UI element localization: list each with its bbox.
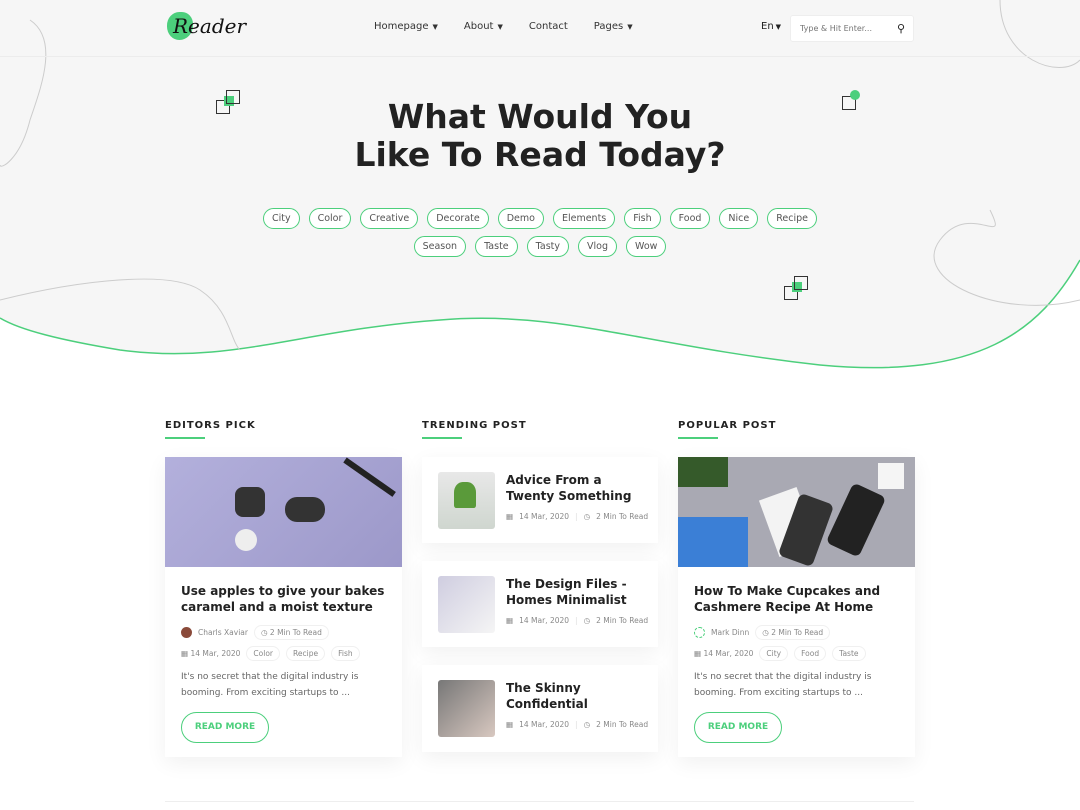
post-title[interactable]: The Design Files - Homes Minimalist bbox=[506, 576, 646, 608]
post-tag[interactable]: Recipe bbox=[286, 646, 326, 661]
tag-pill[interactable]: Fish bbox=[624, 208, 661, 229]
post-tag[interactable]: Fish bbox=[331, 646, 360, 661]
post-title[interactable]: How To Make Cupcakes and Cashmere Recipe… bbox=[694, 583, 899, 615]
post-thumbnail[interactable] bbox=[438, 472, 495, 529]
author-avatar bbox=[694, 627, 705, 638]
tag-cloud-row-2: Season Taste Tasty Vlog Wow bbox=[0, 236, 1080, 257]
chevron-down-icon: ▼ bbox=[627, 23, 633, 31]
chevron-down-icon: ▼ bbox=[497, 23, 503, 31]
main-nav: Homepage ▼ About ▼ Contact Pages ▼ bbox=[374, 21, 633, 32]
post-title[interactable]: Use apples to give your bakes caramel an… bbox=[181, 583, 386, 615]
calendar-icon: ▦ bbox=[506, 616, 514, 625]
author-avatar bbox=[181, 627, 192, 638]
trending-post-card: The Skinny Confidential ▦ 14 Mar, 2020 | ◷ 2… bbox=[422, 665, 658, 752]
post-date: 14 Mar, 2020 bbox=[703, 649, 754, 658]
post-date: 14 Mar, 2020 bbox=[190, 649, 241, 658]
divider bbox=[165, 801, 914, 802]
nav-homepage[interactable]: Homepage ▼ bbox=[374, 21, 438, 32]
post-tag[interactable]: Food bbox=[794, 646, 827, 661]
hero-title: What Would You Like To Read Today? bbox=[354, 97, 726, 174]
clock-icon: ◷ bbox=[762, 628, 769, 637]
chevron-down-icon: ▼ bbox=[432, 23, 438, 31]
post-tag[interactable]: Taste bbox=[832, 646, 866, 661]
clock-icon: ◷ bbox=[260, 628, 268, 637]
post-thumbnail[interactable] bbox=[438, 576, 495, 633]
tag-cloud-row-1: City Color Creative Decorate Demo Elements Fis… bbox=[0, 208, 1080, 229]
calendar-icon: ▦ bbox=[694, 649, 702, 658]
logo[interactable]: Reader bbox=[165, 10, 246, 46]
post-title[interactable]: The Skinny Confidential bbox=[506, 680, 646, 712]
search-icon[interactable]: ⚲ bbox=[897, 22, 905, 35]
editors-pick-section: EDITORS PICK Use apples to give your bak… bbox=[165, 420, 402, 757]
tag-pill[interactable]: Decorate bbox=[427, 208, 489, 229]
post-title[interactable]: Advice From a Twenty Something bbox=[506, 472, 646, 504]
calendar-icon: ▦ bbox=[506, 720, 514, 729]
tag-pill[interactable]: Taste bbox=[475, 236, 518, 257]
nav-contact[interactable]: Contact bbox=[529, 21, 568, 32]
nav-pages[interactable]: Pages ▼ bbox=[594, 21, 633, 32]
popular-post-section: POPULAR POST How To Make Cupcakes and Ca… bbox=[678, 420, 915, 757]
section-heading: EDITORS PICK bbox=[165, 420, 256, 431]
post-tag[interactable]: Color bbox=[246, 646, 281, 661]
tag-pill[interactable]: Wow bbox=[625, 236, 667, 257]
post-thumbnail[interactable] bbox=[438, 680, 495, 737]
popular-post-card: How To Make Cupcakes and Cashmere Recipe… bbox=[678, 457, 915, 757]
tag-pill[interactable]: Nice bbox=[719, 208, 759, 229]
tag-pill[interactable]: Food bbox=[669, 208, 711, 229]
nav-about[interactable]: About ▼ bbox=[464, 21, 503, 32]
section-heading: TRENDING POST bbox=[422, 420, 527, 431]
hero-section bbox=[0, 0, 1080, 380]
post-excerpt: It's no secret that the digital industry… bbox=[694, 672, 872, 698]
tag-pill[interactable]: Season bbox=[413, 236, 467, 257]
tag-pill[interactable]: Demo bbox=[497, 208, 544, 229]
post-tag[interactable]: City bbox=[759, 646, 789, 661]
tag-pill[interactable]: Elements bbox=[552, 208, 616, 229]
section-heading: POPULAR POST bbox=[678, 420, 777, 431]
author-name[interactable]: Mark Dinn bbox=[711, 628, 749, 637]
decorative-squares-icon bbox=[784, 276, 810, 302]
hero-background bbox=[0, 0, 1080, 369]
post-image[interactable] bbox=[678, 457, 915, 568]
calendar-icon: ▦ bbox=[506, 512, 514, 521]
post-image[interactable] bbox=[165, 457, 402, 567]
clock-icon: ◷ bbox=[583, 616, 591, 625]
calendar-icon: ▦ bbox=[181, 649, 189, 658]
read-more-button[interactable]: READ MORE bbox=[694, 712, 782, 743]
tag-pill[interactable]: Color bbox=[308, 208, 352, 229]
trending-post-section: TRENDING POST Advice From a Twenty Somet… bbox=[422, 420, 659, 752]
tag-pill[interactable]: Vlog bbox=[578, 236, 617, 257]
search-box: ⚲ bbox=[790, 15, 914, 42]
tag-pill[interactable]: Tasty bbox=[526, 236, 569, 257]
search-input[interactable] bbox=[800, 24, 890, 33]
trending-post-card: The Design Files - Homes Minimalist ▦ 14 … bbox=[422, 561, 658, 647]
editors-pick-card: Use apples to give your bakes caramel an… bbox=[165, 457, 402, 757]
trending-post-card: Advice From a Twenty Something ▦ 14 Mar, … bbox=[422, 457, 658, 543]
chevron-down-icon: ▼ bbox=[775, 23, 782, 31]
read-more-button[interactable]: READ MORE bbox=[181, 712, 269, 743]
author-name[interactable]: Charls Xaviar bbox=[198, 628, 248, 637]
tag-pill[interactable]: Creative bbox=[360, 208, 419, 229]
site-header: Reader Homepage ▼ About ▼ Contact Pages ▼ E… bbox=[0, 0, 1080, 57]
language-select[interactable]: En ▼ bbox=[761, 21, 781, 32]
clock-icon: ◷ bbox=[583, 720, 591, 729]
post-excerpt: It's no secret that the digital industry… bbox=[181, 672, 359, 698]
tag-pill[interactable]: Recipe bbox=[767, 208, 818, 229]
tag-pill[interactable]: City bbox=[262, 208, 300, 229]
clock-icon: ◷ bbox=[583, 512, 591, 521]
